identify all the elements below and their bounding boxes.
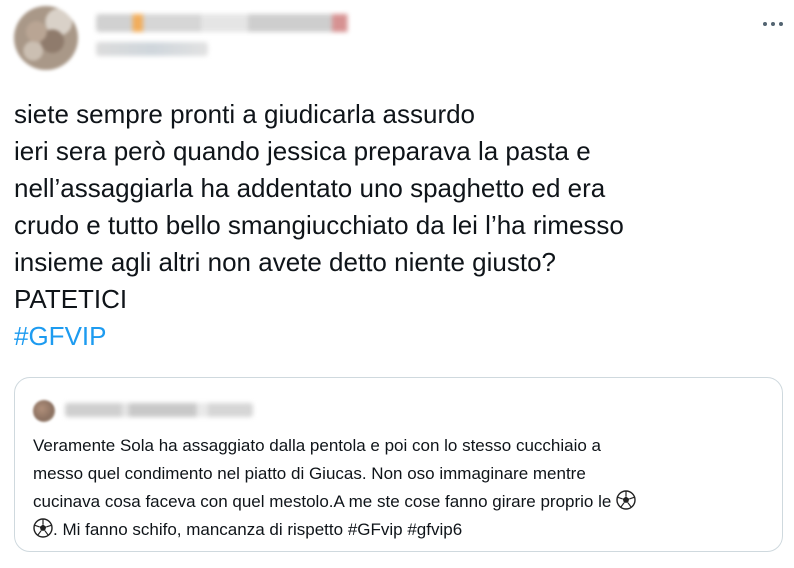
quote-hashtag: #gfvip6	[407, 520, 463, 539]
quote-line: cucinava cosa faceva con quel mestolo.A …	[33, 492, 612, 511]
quoted-tweet-card[interactable]: Veramente Sola ha assaggiato dalla pento…	[14, 377, 783, 552]
quote-line: Veramente Sola ha assaggiato dalla pento…	[33, 436, 601, 455]
quote-hashtag: #GFvip	[347, 520, 403, 539]
tweet-line: nell’assaggiarla ha addentato uno spaghe…	[14, 173, 606, 203]
tweet-line: crudo e tutto bello smangiucchiato da le…	[14, 210, 624, 240]
quote-line: . Mi fanno schifo, mancanza di rispetto	[53, 520, 348, 539]
tweet-text: siete sempre pronti a giudicarla assurdo…	[14, 96, 784, 355]
author-name-blurred[interactable]	[96, 14, 358, 32]
author-avatar[interactable]	[14, 6, 78, 70]
author-handle-blurred[interactable]	[96, 42, 208, 56]
more-horizontal-icon[interactable]	[760, 18, 786, 30]
tweet-line: insieme agli altri non avete detto nient…	[14, 247, 557, 277]
soccer-ball-icon	[33, 518, 53, 538]
tweet-line: ieri sera però quando jessica preparava …	[14, 136, 591, 166]
tweet-line: PATETICI	[14, 284, 128, 314]
quoted-tweet-text: Veramente Sola ha assaggiato dalla pento…	[33, 432, 773, 544]
quote-line: messo quel condimento nel piatto di Giuc…	[33, 464, 586, 483]
tweet-line: siete sempre pronti a giudicarla assurdo	[14, 99, 476, 129]
quoted-author-name-blurred	[65, 403, 253, 417]
soccer-ball-icon	[616, 490, 636, 510]
hashtag-link[interactable]: #GFVIP	[14, 321, 106, 351]
quoted-author-avatar	[33, 400, 55, 422]
